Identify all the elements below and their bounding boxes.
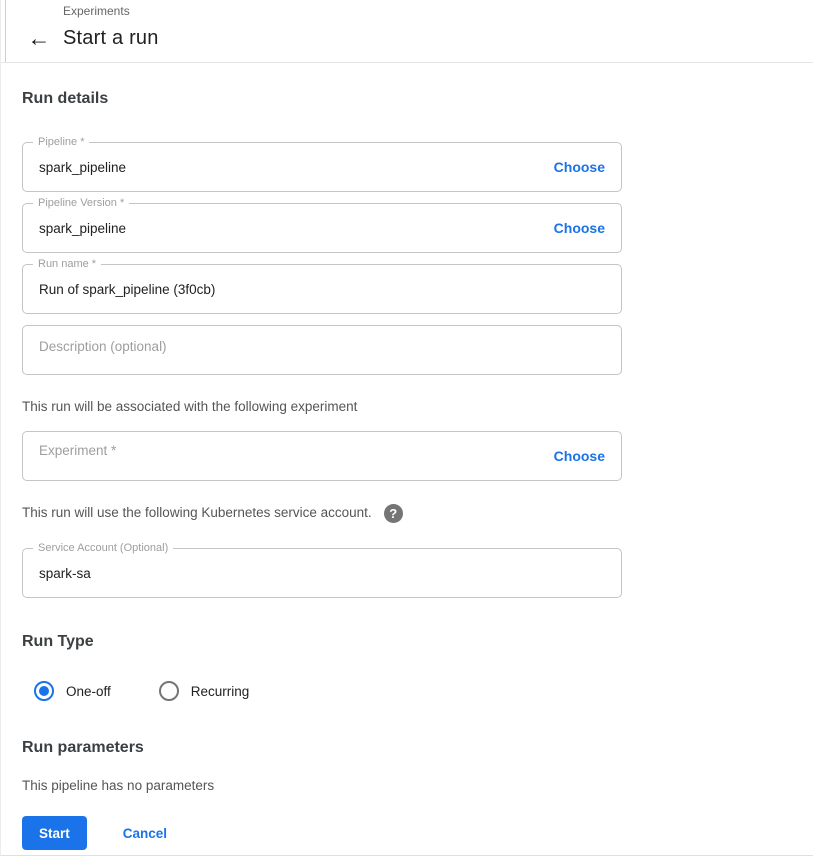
run-name-input[interactable]	[23, 265, 621, 313]
pipeline-version-input[interactable]	[23, 204, 621, 252]
page-title: Start a run	[63, 26, 159, 49]
run-name-field: Run name *	[22, 258, 622, 314]
experiment-note: This run will be associated with the fol…	[22, 399, 358, 414]
radio-recurring-label: Recurring	[190, 683, 250, 699]
description-field	[22, 325, 622, 375]
radio-one-off-label: One-off	[66, 683, 111, 699]
pipeline-choose-button[interactable]: Choose	[554, 159, 605, 175]
radio-unselected-icon	[158, 681, 179, 701]
pipeline-input[interactable]	[23, 143, 621, 191]
experiment-choose-button[interactable]: Choose	[554, 448, 605, 464]
panel-edge-divider	[5, 0, 6, 62]
pipeline-version-field-label: Pipeline Version *	[33, 197, 130, 210]
pipeline-version-field: Pipeline Version * Choose	[22, 197, 622, 253]
action-bar: Start Cancel	[22, 816, 813, 850]
run-name-field-label: Run name *	[33, 258, 102, 271]
radio-selected-icon	[34, 681, 54, 701]
pipeline-field-label: Pipeline *	[33, 136, 90, 149]
radio-one-off[interactable]: One-off	[34, 681, 111, 701]
cancel-button[interactable]: Cancel	[123, 826, 167, 841]
help-icon[interactable]: ?	[383, 503, 403, 523]
pipeline-version-choose-button[interactable]: Choose	[554, 220, 605, 236]
radio-recurring[interactable]: Recurring	[158, 681, 250, 701]
run-type-heading: Run Type	[22, 633, 94, 650]
service-account-field: Service Account (Optional)	[22, 542, 622, 598]
no-parameters-message: This pipeline has no parameters	[22, 778, 215, 793]
service-account-input[interactable]	[23, 549, 621, 597]
service-account-note: This run will use the following Kubernet…	[22, 505, 372, 520]
form-content: Run details Pipeline * Choose Pipeline V…	[1, 89, 813, 850]
page-header: Experiments ← Start a run	[1, 0, 813, 63]
run-parameters-heading: Run parameters	[22, 739, 144, 756]
description-input[interactable]	[23, 326, 621, 374]
service-account-note-row: This run will use the following Kubernet…	[22, 503, 813, 523]
experiment-input[interactable]	[23, 432, 621, 458]
run-type-radio-group: One-off Recurring	[34, 681, 813, 701]
service-account-field-label: Service Account (Optional)	[33, 542, 174, 555]
run-details-heading: Run details	[22, 90, 109, 107]
breadcrumb[interactable]: Experiments	[1, 0, 813, 18]
pipeline-field: Pipeline * Choose	[22, 136, 622, 192]
back-arrow-icon[interactable]: ←	[27, 26, 51, 50]
experiment-field: Choose	[22, 431, 622, 481]
title-row: ← Start a run	[1, 22, 813, 54]
start-button[interactable]: Start	[22, 816, 87, 850]
start-run-page: Experiments ← Start a run Run details Pi…	[0, 0, 813, 856]
